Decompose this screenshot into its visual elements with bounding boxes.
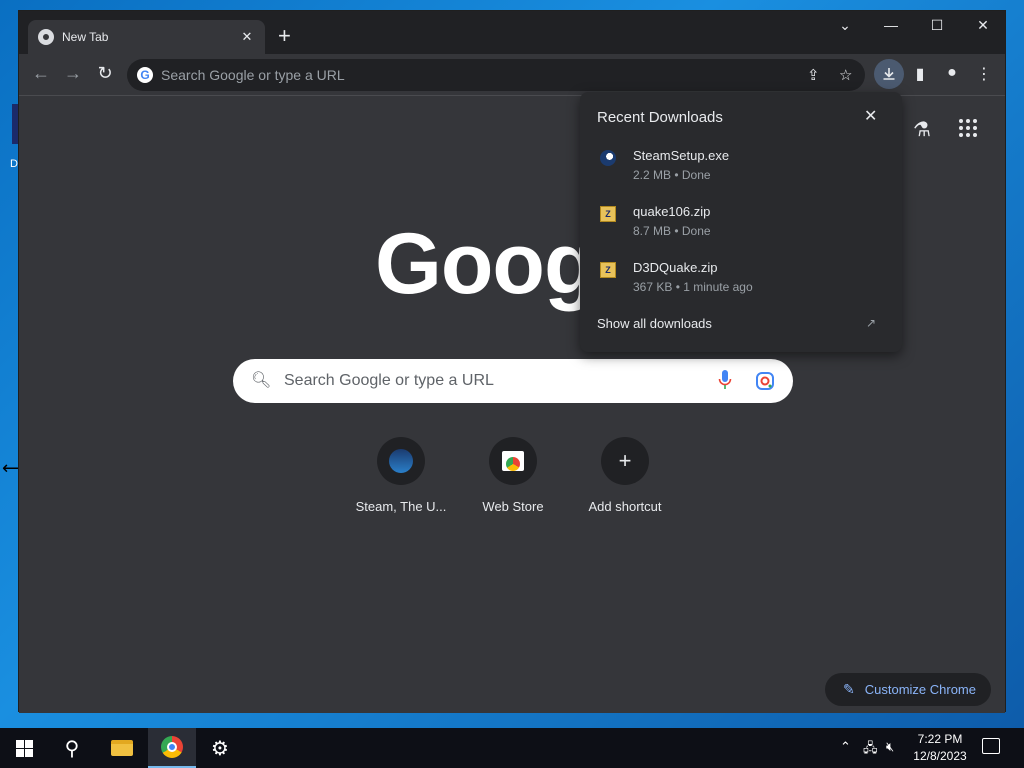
download-item[interactable]: SteamSetup.exe 2.2 MB • Done <box>580 148 902 198</box>
title-bar: New Tab ✕ + ⌄ — ☐ ✕ <box>19 11 1005 54</box>
back-button[interactable]: ← <box>29 63 53 84</box>
download-status: 2.2 MB • Done <box>633 168 711 182</box>
clock-time[interactable]: 7:22 PM <box>916 732 964 746</box>
close-window-button[interactable]: ✕ <box>963 17 1003 34</box>
chrome-favicon-icon <box>38 29 54 45</box>
shortcut-steam-tile <box>377 437 425 485</box>
desktop-icon-label: D <box>10 158 18 170</box>
shortcut-label: Add shortcut <box>588 499 662 514</box>
close-icon[interactable]: ✕ <box>864 106 877 126</box>
shortcut-steam[interactable]: Steam, The U... <box>345 437 457 514</box>
tab-title: New Tab <box>62 30 109 44</box>
download-status: 367 KB • 1 minute ago <box>633 280 753 294</box>
download-icon <box>883 68 895 80</box>
download-filename: quake106.zip <box>633 204 711 219</box>
bookmark-star-icon[interactable]: ☆ <box>839 66 852 84</box>
windows-icon <box>15 739 33 757</box>
shortcut-web-store[interactable]: Web Store <box>457 437 569 514</box>
microphone-icon[interactable] <box>718 369 732 391</box>
new-tab-button[interactable]: + <box>278 25 291 47</box>
steam-icon <box>389 449 413 473</box>
pencil-icon: ✎ <box>843 681 855 697</box>
download-filename: SteamSetup.exe <box>633 148 730 163</box>
browser-toolbar: ← → ↻ G Search Google or type a URL ⇪ ☆ … <box>19 54 1005 96</box>
add-shortcut-tile: + <box>601 437 649 485</box>
download-item[interactable]: Z D3DQuake.zip 367 KB • 1 minute ago <box>580 260 902 310</box>
zip-icon: Z <box>600 262 616 278</box>
network-icon[interactable]: 🖧︎ <box>863 739 878 761</box>
downloads-title: Recent Downloads <box>597 109 723 126</box>
settings-button[interactable]: ⚙ <box>196 728 244 768</box>
chrome-taskbar-button[interactable] <box>148 728 196 768</box>
shortcut-add[interactable]: + Add shortcut <box>569 437 681 514</box>
web-store-icon <box>502 451 524 471</box>
google-apps-icon[interactable] <box>959 119 977 137</box>
minimize-button[interactable]: — <box>871 17 911 33</box>
profile-icon[interactable]: ● <box>941 64 963 82</box>
tab-search-icon[interactable]: ⌄ <box>825 17 865 34</box>
taskbar: ⚲ ⚙ ⌃ 🖧︎ 🔇︎ 7:22 PM 12/8/2023 <box>0 728 1024 768</box>
download-status: 8.7 MB • Done <box>633 224 711 238</box>
downloads-bubble: Recent Downloads ✕ SteamSetup.exe 2.2 MB… <box>580 92 902 352</box>
search-button[interactable]: ⚲ <box>48 728 96 768</box>
zip-icon: Z <box>600 206 616 222</box>
search-icon: ⚲ <box>64 737 80 760</box>
labs-flask-icon[interactable]: ⚗ <box>913 117 931 142</box>
address-bar-placeholder: Search Google or type a URL <box>161 67 345 83</box>
download-filename: D3DQuake.zip <box>633 260 718 275</box>
search-icon: 🔍︎ <box>251 372 272 389</box>
reload-button[interactable]: ↻ <box>93 63 117 84</box>
steam-icon <box>600 150 616 166</box>
google-icon: G <box>137 67 153 83</box>
chrome-icon <box>161 736 183 758</box>
address-bar[interactable]: G Search Google or type a URL ⇪ ☆ <box>127 59 865 91</box>
customize-chrome-button[interactable]: ✎ Customize Chrome <box>825 673 991 706</box>
customize-chrome-label: Customize Chrome <box>864 682 976 697</box>
chevron-up-icon[interactable]: ⌃ <box>840 739 851 755</box>
side-panel-icon[interactable]: ▮ <box>909 64 931 84</box>
ntp-search-box[interactable]: 🔍︎ Search Google or type a URL <box>233 359 793 403</box>
tab-close-icon[interactable]: ✕ <box>239 29 255 45</box>
share-icon[interactable]: ⇪ <box>807 66 820 84</box>
volume-muted-icon[interactable]: 🔇︎ <box>886 739 894 755</box>
clock-date[interactable]: 12/8/2023 <box>910 749 970 763</box>
external-link-icon[interactable]: ↗ <box>866 316 876 330</box>
shortcut-label: Steam, The U... <box>355 499 447 514</box>
google-lens-icon[interactable] <box>755 371 775 391</box>
show-all-downloads-link[interactable]: Show all downloads <box>597 316 712 331</box>
menu-icon[interactable]: ⋮ <box>973 64 995 84</box>
forward-button[interactable]: → <box>61 63 85 84</box>
plus-icon: + <box>618 448 632 473</box>
maximize-button[interactable]: ☐ <box>917 17 957 34</box>
notification-icon[interactable] <box>982 738 1000 754</box>
gear-icon: ⚙ <box>211 737 229 760</box>
tab-new-tab[interactable]: New Tab ✕ <box>28 20 265 54</box>
folder-icon <box>111 740 133 756</box>
download-item[interactable]: Z quake106.zip 8.7 MB • Done <box>580 204 902 254</box>
file-explorer-button[interactable] <box>98 728 146 768</box>
shortcut-web-store-tile <box>489 437 537 485</box>
start-button[interactable] <box>0 728 48 768</box>
google-logo: Goog <box>375 216 596 312</box>
downloads-button[interactable] <box>874 59 904 89</box>
ntp-search-placeholder: Search Google or type a URL <box>284 372 494 389</box>
shortcut-label: Web Store <box>482 499 544 514</box>
